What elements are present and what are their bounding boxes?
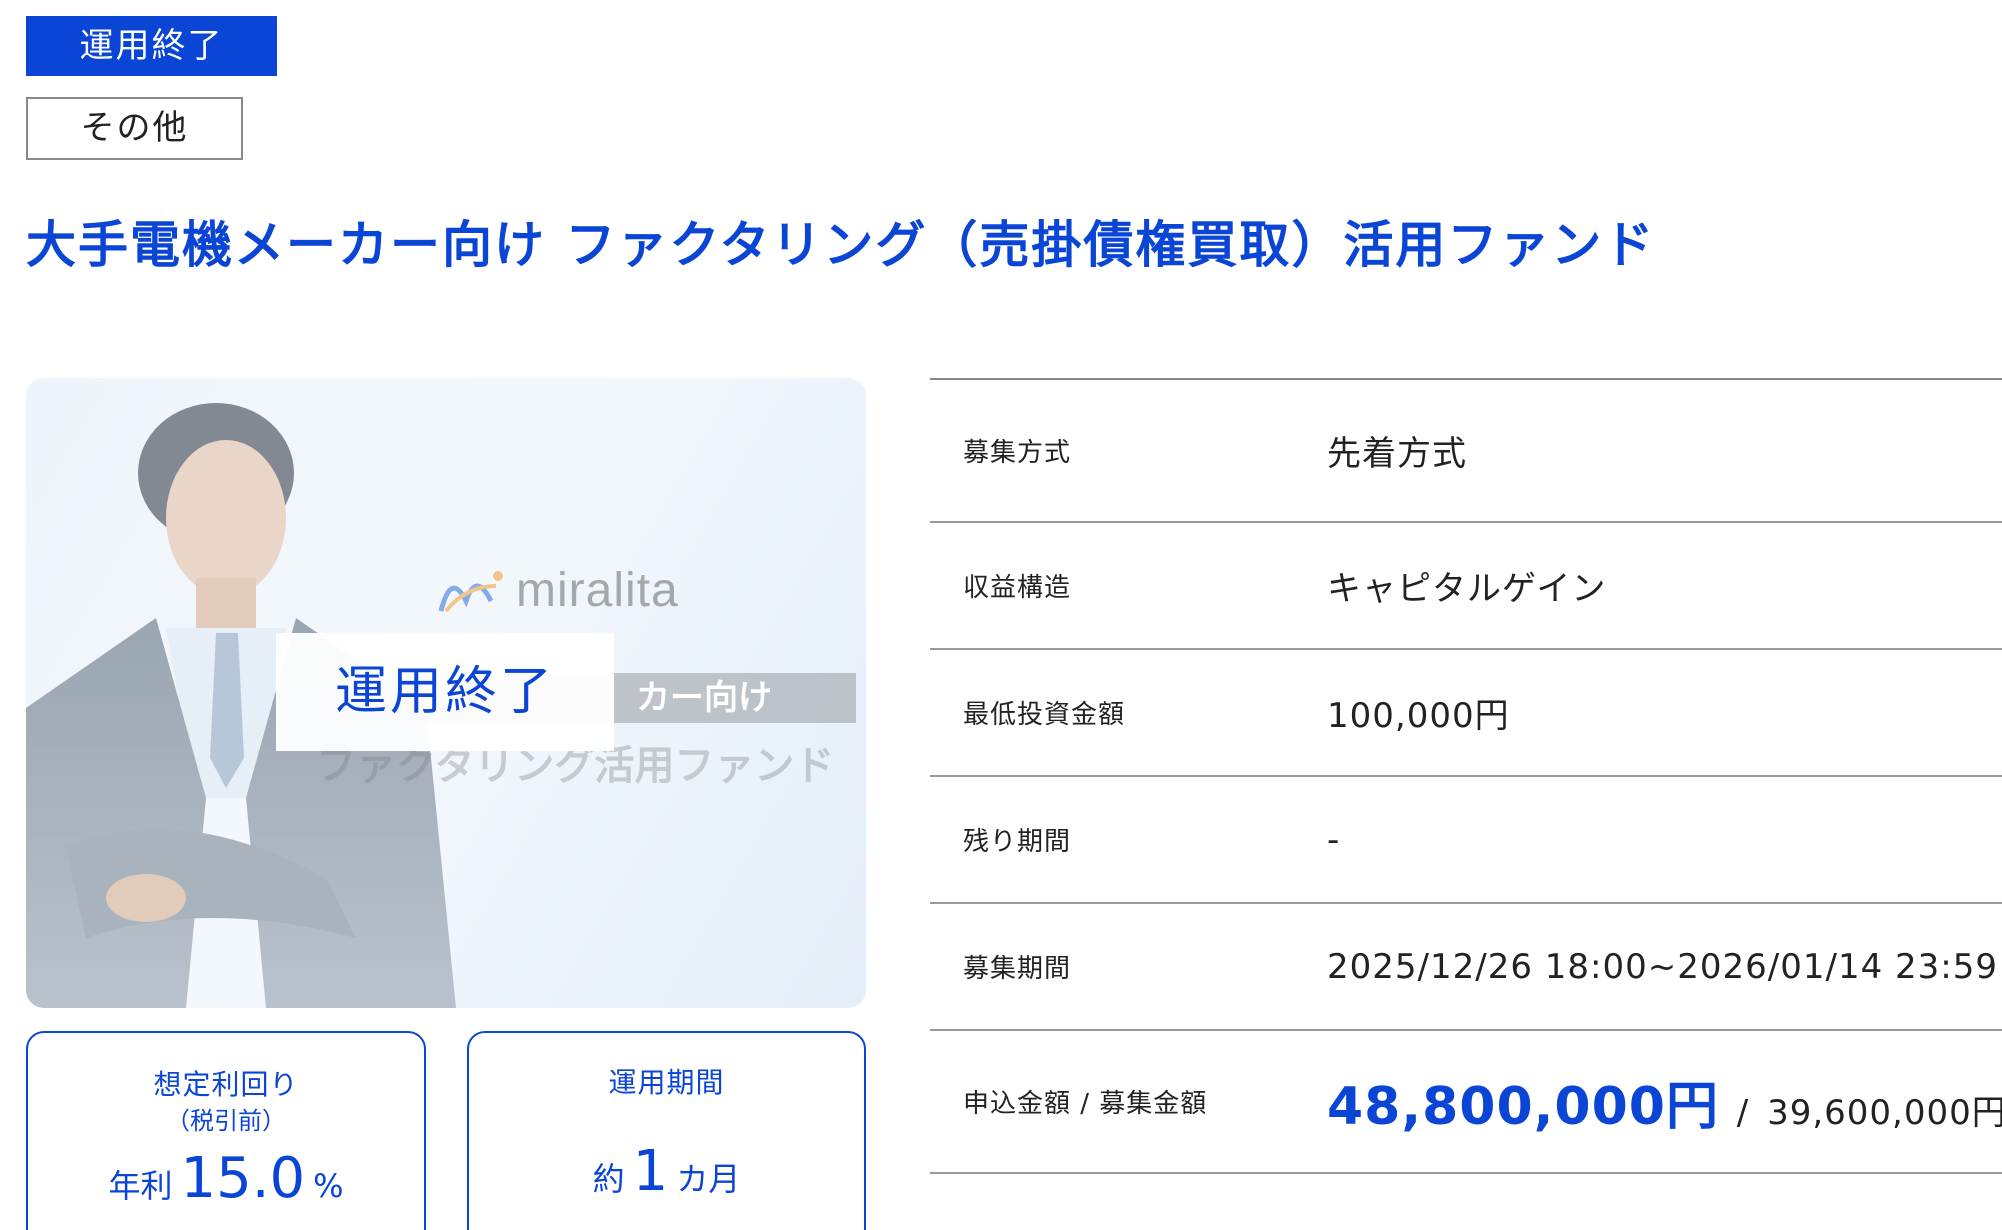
fund-detail-page: 運用終了 その他 大手電機メーカー向け ファクタリング（売掛債権買取）活用ファン…	[0, 0, 2002, 1230]
yield-prefix: 年利	[108, 1167, 173, 1205]
yield-sublabel: （税引前）	[166, 1107, 286, 1135]
info-value: キャピタルゲイン	[1327, 569, 1607, 609]
status-badge: 運用終了	[26, 16, 277, 76]
info-value: 2025/12/26 18:00~2026/01/14 23:59	[1327, 946, 1998, 987]
table-row: 募集方式 先着方式	[930, 380, 2002, 523]
target-amount: 39,600,000円	[1767, 1093, 2002, 1133]
expected-yield-card: 想定利回り （税引前） 年利 15.0 %	[26, 1031, 426, 1230]
table-row: 残り期間 -	[930, 777, 2002, 904]
info-value: -	[1327, 819, 1341, 860]
info-label: 残り期間	[963, 827, 1072, 857]
fund-info-table: 募集方式 先着方式 収益構造 キャピタルゲイン 最低投資金額 100,000円 …	[930, 378, 2002, 1174]
period-prefix: 約	[592, 1160, 625, 1198]
period-value: 1	[632, 1139, 669, 1204]
category-tag: その他	[26, 97, 243, 160]
period-label: 運用期間	[608, 1066, 725, 1099]
amount-separator: /	[1736, 1093, 1750, 1133]
fund-hero-image: miralita カー向け ファクタリング活用ファンド 運用終了	[26, 378, 866, 1008]
investment-period-card: 運用期間 約 1 カ月	[467, 1031, 866, 1230]
info-label: 募集方式	[963, 438, 1072, 468]
miralita-logo: miralita	[436, 563, 679, 618]
yield-value: 15.0	[180, 1146, 306, 1211]
info-label: 最低投資金額	[963, 700, 1126, 730]
page-title: 大手電機メーカー向け ファクタリング（売掛債権買取）活用ファンド	[26, 216, 1656, 274]
info-label: 申込金額 / 募集金額	[963, 1089, 1208, 1119]
info-value: 先着方式	[1327, 434, 1467, 474]
closed-overlay-label: 運用終了	[276, 633, 614, 751]
miralita-logo-mark-icon	[438, 570, 503, 612]
applied-amount: 48,800,000円	[1327, 1077, 1719, 1137]
table-row: 収益構造 キャピタルゲイン	[930, 523, 2002, 650]
yield-unit: %	[313, 1167, 344, 1205]
table-row: 最低投資金額 100,000円	[930, 650, 2002, 777]
table-row: 申込金額 / 募集金額 48,800,000円 / 39,600,000円	[930, 1031, 2002, 1174]
table-row: 募集期間 2025/12/26 18:00~2026/01/14 23:59	[930, 904, 2002, 1031]
info-label: 収益構造	[963, 573, 1072, 603]
amount-value: 48,800,000円 / 39,600,000円	[1327, 1064, 2002, 1139]
logo-text: miralita	[516, 564, 679, 617]
info-value: 100,000円	[1327, 696, 1510, 736]
period-unit: カ月	[676, 1160, 741, 1198]
yield-label: 想定利回り	[153, 1068, 299, 1101]
info-label: 募集期間	[963, 954, 1072, 984]
